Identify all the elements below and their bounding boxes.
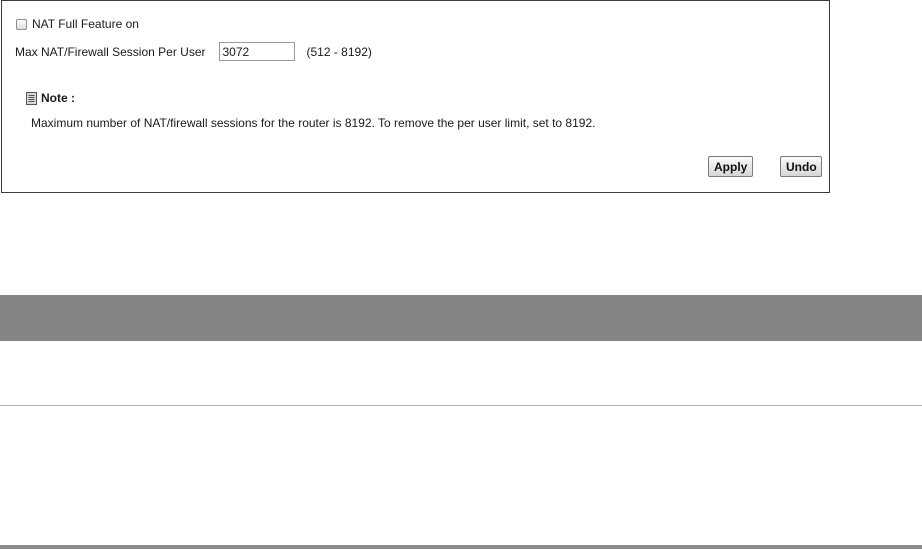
- nat-full-feature-row: NAT Full Feature on: [16, 17, 139, 31]
- session-per-user-label: Max NAT/Firewall Session Per User: [15, 44, 206, 59]
- document-icon: [26, 91, 37, 105]
- nat-full-feature-label: NAT Full Feature on: [32, 17, 139, 31]
- nat-settings-panel: NAT Full Feature on Max NAT/Firewall Ses…: [1, 0, 830, 193]
- note-title: Note :: [41, 91, 75, 105]
- bottom-divider: [0, 545, 922, 549]
- nat-full-feature-checkbox[interactable]: [16, 18, 27, 30]
- row-divider: [0, 405, 922, 406]
- undo-button[interactable]: Undo: [780, 156, 822, 177]
- note-text: Maximum number of NAT/firewall sessions …: [31, 116, 596, 130]
- note-heading: Note :: [26, 91, 75, 105]
- session-per-user-input[interactable]: [218, 42, 295, 61]
- apply-button[interactable]: Apply: [708, 156, 753, 177]
- session-range-hint: (512 - 8192): [306, 44, 372, 59]
- session-per-user-row: Max NAT/Firewall Session Per User (512 -…: [15, 42, 372, 61]
- table-header-bar: [0, 295, 922, 341]
